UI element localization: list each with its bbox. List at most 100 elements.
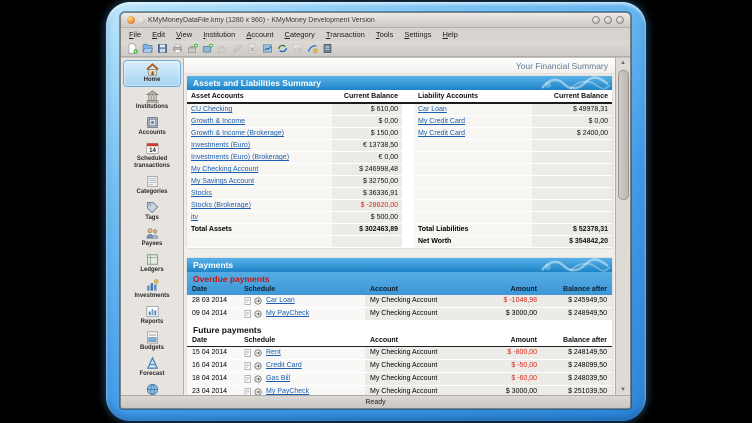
reconcile-icon	[262, 43, 273, 54]
balance-value	[532, 152, 612, 164]
menu-category[interactable]: Category	[284, 30, 314, 39]
sidebar: Home InstitutionsAccounts14Scheduled tran…	[121, 58, 184, 395]
payment-balance-after: $ 248039,50	[542, 373, 612, 386]
account-link-my-savings-account[interactable]: My Savings Account	[191, 178, 254, 185]
toolbar-new-file-button[interactable]	[126, 43, 138, 55]
account-link-my-checking-account[interactable]: My Checking Account	[191, 166, 258, 173]
scroll-down-icon[interactable]: ▼	[620, 385, 626, 395]
skip-schedule-icon[interactable]	[254, 310, 262, 318]
account-link-my-credit-card[interactable]: My Credit Card	[418, 118, 465, 125]
toolbar	[121, 41, 630, 57]
schedule-link-my-paycheck[interactable]: My PayCheck	[266, 309, 309, 319]
enter-schedule-icon[interactable]	[244, 310, 252, 318]
menu-tools[interactable]: Tools	[376, 30, 394, 39]
account-link-growth-income[interactable]: Growth & Income	[191, 118, 245, 125]
menu-view[interactable]: View	[176, 30, 192, 39]
skip-schedule-icon[interactable]	[254, 349, 262, 357]
scroll-up-icon[interactable]: ▲	[620, 58, 626, 68]
sidebar-item-outbox[interactable]: Outbox	[123, 381, 181, 395]
sidebar-item-ledgers[interactable]: Ledgers	[123, 251, 181, 276]
menu-settings[interactable]: Settings	[404, 30, 431, 39]
account-link-growth-income-brokerage-[interactable]: Growth & Income (Brokerage)	[191, 130, 284, 137]
sidebar-item-accounts[interactable]: Accounts	[123, 114, 181, 139]
enter-schedule-icon[interactable]	[244, 349, 252, 357]
toolbar-new-institution-button[interactable]	[186, 43, 198, 55]
sidebar-item-investments[interactable]: Investments	[123, 277, 181, 302]
enter-schedule-icon[interactable]	[244, 388, 252, 395]
balance-value	[532, 164, 612, 176]
account-link-stocks-brokerage-[interactable]: Stocks (Brokerage)	[191, 202, 251, 209]
menu-account[interactable]: Account	[246, 30, 273, 39]
vertical-scrollbar[interactable]: ▲ ▼	[615, 58, 630, 395]
toolbar-ledger-button[interactable]	[321, 43, 333, 55]
enter-schedule-icon[interactable]	[244, 297, 252, 305]
toolbar-print-button[interactable]	[171, 43, 183, 55]
account-link-itv[interactable]: itv	[191, 214, 198, 221]
col-date: Date	[187, 336, 239, 347]
schedule-link-car-loan[interactable]: Car Loan	[266, 296, 295, 306]
schedule-link-gas-bill[interactable]: Gas Bill	[266, 374, 290, 384]
balance-value: $ 246998,48	[332, 164, 402, 176]
sidebar-item-label: Home	[144, 77, 161, 84]
sidebar-item-label: Budgets	[140, 345, 164, 352]
toolbar-open-file-button[interactable]	[141, 43, 153, 55]
minimize-button[interactable]	[592, 16, 600, 24]
skip-schedule-icon[interactable]	[254, 297, 262, 305]
net-worth-label: Net Worth	[414, 236, 532, 248]
toolbar-update-account-button[interactable]	[276, 43, 288, 55]
schedule-link-credit-card[interactable]: Credit Card	[266, 361, 302, 371]
toolbar-exchange-rates-button[interactable]	[306, 43, 318, 55]
menu-help[interactable]: Help	[442, 30, 457, 39]
scrollbar-thumb[interactable]	[618, 70, 629, 200]
account-link-my-credit-card[interactable]: My Credit Card	[418, 130, 465, 137]
col-balance-after: Balance after	[542, 285, 612, 295]
account-link-investments-euro-[interactable]: Investments (Euro)	[191, 142, 250, 149]
account-link-car-loan[interactable]: Car Loan	[418, 106, 447, 113]
account-link-cu-checking[interactable]: CU Checking	[191, 106, 232, 113]
sidebar-item-tags[interactable]: Tags	[123, 199, 181, 224]
skip-schedule-icon[interactable]	[254, 362, 262, 370]
balance-value: $ 36336,91	[332, 188, 402, 200]
close-button[interactable]	[616, 16, 624, 24]
sidebar-item-payees[interactable]: Payees	[123, 225, 181, 250]
scheduled-icon: 14	[145, 141, 160, 156]
payment-balance-after: $ 245949,50	[542, 295, 612, 308]
payment-row: 28 03 2014Car LoanMy Checking Account$ -…	[187, 295, 612, 308]
balance-value	[532, 188, 612, 200]
menu-institution[interactable]: Institution	[203, 30, 235, 39]
sidebar-item-reports[interactable]: Reports	[123, 303, 181, 328]
enter-schedule-icon[interactable]	[244, 362, 252, 370]
sidebar-item-scheduled-transactions[interactable]: 14Scheduled transactions	[123, 140, 181, 172]
app-icon	[127, 16, 135, 24]
sidebar-item-budgets[interactable]: Budgets	[123, 329, 181, 354]
sidebar-item-label: Categories	[136, 189, 167, 196]
kmymoney-window: KMyMoneyDataFile.kmy (1280 x 960) - KMyM…	[120, 12, 631, 409]
delete-account-icon	[247, 43, 258, 54]
tags-icon	[145, 200, 160, 215]
toolbar-save-file-button[interactable]	[156, 43, 168, 55]
account-link-stocks[interactable]: Stocks	[191, 190, 212, 197]
sidebar-item-forecast[interactable]: Forecast	[123, 355, 181, 380]
skip-schedule-icon[interactable]	[254, 375, 262, 383]
assets-panel-header: Assets and Liabilities Summary	[187, 76, 612, 90]
skip-schedule-icon[interactable]	[254, 388, 262, 395]
toolbar-new-account-button[interactable]	[201, 43, 213, 55]
balance-value: € 13738,50	[332, 140, 402, 152]
menu-file[interactable]: File	[129, 30, 141, 39]
window-titlebar[interactable]: KMyMoneyDataFile.kmy (1280 x 960) - KMyM…	[121, 13, 630, 28]
menu-transaction[interactable]: Transaction	[326, 30, 365, 39]
sidebar-item-home[interactable]: Home	[123, 60, 181, 87]
account-link-investments-euro-brokerage-[interactable]: Investments (Euro) (Brokerage)	[191, 154, 289, 161]
payment-account: My Checking Account	[365, 308, 478, 321]
future-rows: 15 04 2014RentMy Checking Account$ -800,…	[187, 347, 612, 395]
sidebar-item-label: Payees	[142, 241, 163, 248]
schedule-link-rent[interactable]: Rent	[266, 348, 281, 358]
sidebar-item-institutions[interactable]: Institutions	[123, 88, 181, 113]
menu-edit[interactable]: Edit	[152, 30, 165, 39]
maximize-button[interactable]	[604, 16, 612, 24]
toolbar-delete-account-button	[246, 43, 258, 55]
toolbar-reconcile-button[interactable]	[261, 43, 273, 55]
enter-schedule-icon[interactable]	[244, 375, 252, 383]
sidebar-item-categories[interactable]: Categories	[123, 173, 181, 198]
schedule-link-my-paycheck[interactable]: My PayCheck	[266, 387, 309, 395]
